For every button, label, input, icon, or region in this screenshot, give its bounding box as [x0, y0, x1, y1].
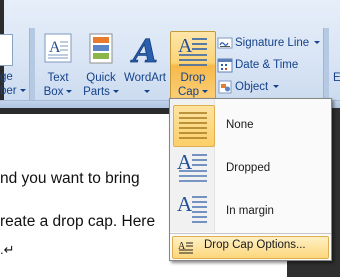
drop-cap-menu: None A Dropped A In margin A Drop Cap Op…	[169, 98, 332, 261]
menu-item-in-margin[interactable]: A In margin	[170, 189, 331, 233]
text-box-button[interactable]: A Text Box	[40, 31, 76, 99]
page-number-icon	[0, 34, 13, 66]
menu-item-label: Dropped	[226, 162, 271, 174]
drop-cap-label-1: Drop	[180, 72, 206, 84]
drop-cap-options-item[interactable]: A Drop Cap Options...	[170, 233, 331, 261]
drop-cap-options-label: Drop Cap Options...	[204, 239, 306, 251]
drop-cap-icon: A	[178, 35, 207, 66]
chevron-down-icon	[143, 90, 150, 94]
menu-item-label: In margin	[226, 205, 274, 217]
text-box-label-1: Text	[47, 72, 69, 84]
quick-parts-label-1: Quick	[86, 72, 116, 84]
partial-right-button[interactable]: E	[333, 71, 340, 85]
group-separator	[323, 28, 329, 102]
chevron-down-icon	[66, 90, 73, 94]
svg-text:A: A	[49, 39, 61, 56]
wordart-label: WordArt	[124, 72, 166, 84]
drop-cap-options-icon: A	[178, 241, 193, 254]
quick-parts-icon	[89, 33, 113, 64]
quick-parts-label-2: Parts	[82, 85, 120, 99]
object-icon	[218, 80, 232, 94]
document-text-line-2: reate a drop cap. Here	[0, 213, 156, 230]
in-margin-icon: A	[177, 193, 207, 223]
chevron-down-icon	[112, 90, 119, 94]
chevron-down-icon	[202, 90, 209, 94]
drop-cap-button[interactable]: A Drop Cap	[170, 31, 216, 101]
drop-cap-label-2: Cap	[171, 85, 215, 99]
quick-parts-button[interactable]: Quick Parts	[82, 31, 120, 99]
menu-item-none[interactable]: None	[170, 101, 331, 147]
calendar-icon	[217, 58, 233, 73]
page-number-label-2: ber	[0, 84, 26, 98]
signature-line-icon	[217, 37, 233, 49]
dropped-icon: A	[177, 151, 207, 182]
document-text-line-1: nd you want to bring	[0, 170, 140, 187]
wordart-chevron	[122, 85, 168, 99]
text-box-icon: A	[44, 33, 72, 63]
page-number-label-1: ge	[0, 71, 13, 83]
text-box-label-2: Box	[40, 85, 76, 99]
group-separator	[29, 28, 35, 102]
wordart-button[interactable]: A WordArt	[122, 31, 168, 99]
svg-text:A: A	[177, 193, 193, 216]
svg-text:A: A	[130, 32, 158, 66]
no-drop-cap-icon	[179, 112, 207, 139]
wordart-icon: A	[130, 32, 159, 66]
document-text-line-3: .↵	[0, 242, 15, 257]
svg-text:A: A	[178, 35, 193, 57]
chevron-down-icon	[19, 89, 26, 93]
menu-item-dropped[interactable]: A Dropped	[170, 145, 331, 189]
chevron-down-icon	[273, 85, 280, 89]
chevron-down-icon	[314, 41, 321, 45]
menu-item-label: None	[226, 119, 254, 131]
